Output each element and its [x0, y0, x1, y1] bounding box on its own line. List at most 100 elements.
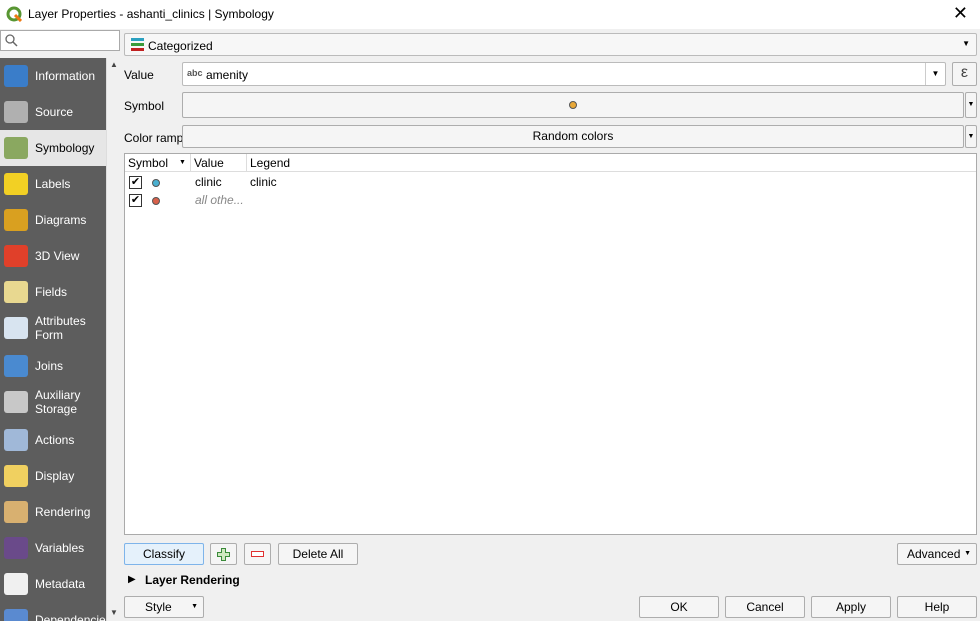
- joins-icon: [4, 355, 28, 377]
- sidebar-scrollbar[interactable]: ▲ ▼: [106, 58, 120, 621]
- sidebar-item-display[interactable]: Display: [0, 458, 106, 494]
- sidebar-item-label: Rendering: [35, 505, 91, 519]
- column-header-label: Symbol: [128, 156, 169, 170]
- table-row[interactable]: ✔ clinic clinic: [125, 174, 976, 192]
- renderer-type-dropdown[interactable]: Categorized ▼: [124, 33, 977, 56]
- column-header-legend[interactable]: Legend: [247, 154, 976, 172]
- advanced-label: Advanced: [907, 547, 961, 561]
- minus-icon: [251, 551, 264, 557]
- epsilon-icon: ε: [960, 64, 969, 81]
- category-checkbox[interactable]: ✔: [129, 176, 142, 189]
- metadata-icon: [4, 573, 28, 595]
- speech-bubble-icon: [4, 465, 28, 487]
- chevron-down-icon: ▼: [962, 39, 970, 48]
- sidebar-item-label: Information: [35, 69, 96, 83]
- category-checkbox[interactable]: ✔: [129, 194, 142, 207]
- epsilon-icon: [4, 537, 28, 559]
- qgis-logo-icon: [6, 6, 22, 22]
- chevron-down-icon: ▼: [964, 550, 971, 557]
- scroll-down-icon[interactable]: ▼: [110, 608, 118, 617]
- sidebar-item-variables[interactable]: Variables: [0, 530, 106, 566]
- sidebar-item-attributes-form[interactable]: Attributes Form: [0, 310, 106, 346]
- sidebar-item-symbology[interactable]: Symbology: [0, 130, 106, 166]
- sidebar-item-label: Dependencies: [35, 613, 106, 621]
- style-menu-button[interactable]: Style ▼: [124, 596, 204, 618]
- delete-all-button[interactable]: Delete All: [278, 543, 358, 565]
- category-legend: clinic: [250, 175, 277, 189]
- color-ramp-value: Random colors: [532, 129, 614, 143]
- sidebar-item-3d-view[interactable]: 3D View: [0, 238, 106, 274]
- apply-button[interactable]: Apply: [811, 596, 891, 618]
- wrench-gear-icon: [4, 101, 28, 123]
- value-label: Value: [124, 68, 154, 82]
- sidebar-item-label: Diagrams: [35, 213, 87, 227]
- sidebar-item-label: Fields: [35, 285, 68, 299]
- renderer-type-value: Categorized: [148, 39, 213, 53]
- sidebar-item-metadata[interactable]: Metadata: [0, 566, 106, 602]
- sidebar-item-rendering[interactable]: Rendering: [0, 494, 106, 530]
- layer-rendering-section[interactable]: Layer Rendering: [145, 573, 240, 587]
- chevron-down-icon[interactable]: ▼: [925, 63, 945, 85]
- add-category-button[interactable]: [210, 543, 237, 565]
- sidebar-item-information[interactable]: Information: [0, 58, 106, 94]
- categorized-icon: [131, 38, 144, 51]
- sidebar-item-label: Labels: [35, 177, 71, 191]
- sidebar-item-label: Display: [35, 469, 75, 483]
- ok-button[interactable]: OK: [639, 596, 719, 618]
- brush-icon: [4, 501, 28, 523]
- help-button[interactable]: Help: [897, 596, 977, 618]
- symbol-button[interactable]: [182, 92, 964, 118]
- table-row[interactable]: ✔ all othe...: [125, 192, 976, 210]
- cube-icon: [4, 245, 28, 267]
- expression-button[interactable]: ε: [952, 62, 977, 86]
- color-ramp-label: Color ramp: [124, 131, 184, 145]
- sidebar-item-diagrams[interactable]: Diagrams: [0, 202, 106, 238]
- sidebar-item-label: Auxiliary Storage: [35, 388, 81, 416]
- sort-indicator-icon: ▼: [179, 159, 186, 166]
- sidebar-item-label: Joins: [35, 359, 64, 373]
- symbol-preview-icon: [569, 101, 577, 109]
- column-header-symbol[interactable]: Symbol ▼: [125, 154, 191, 172]
- form-icon: [4, 317, 28, 339]
- color-ramp-menu-button[interactable]: ▼: [965, 125, 977, 148]
- column-header-value[interactable]: Value: [191, 154, 247, 172]
- diagram-icon: [4, 209, 28, 231]
- category-symbol-icon[interactable]: [152, 197, 160, 205]
- string-type-badge: abc: [187, 68, 203, 78]
- sidebar-item-actions[interactable]: Actions: [0, 422, 106, 458]
- value-field-combobox[interactable]: abc amenity ▼: [182, 62, 946, 86]
- expand-triangle-icon[interactable]: ▶: [128, 574, 136, 585]
- search-icon: [5, 34, 18, 47]
- window-title: Layer Properties - ashanti_clinics | Sym…: [28, 7, 274, 21]
- sidebar-item-labels[interactable]: Labels: [0, 166, 106, 202]
- close-icon[interactable]: ✕: [953, 3, 968, 24]
- symbol-label: Symbol: [124, 99, 165, 113]
- sidebar-item-fields[interactable]: Fields: [0, 274, 106, 310]
- color-ramp-button[interactable]: Random colors: [182, 125, 964, 148]
- category-symbol-icon[interactable]: [152, 179, 160, 187]
- sidebar: Information Source Symbology Labels Diagrams…: [0, 58, 106, 621]
- plus-icon: [217, 548, 230, 561]
- classify-button[interactable]: Classify: [124, 543, 204, 565]
- remove-category-button[interactable]: [244, 543, 271, 565]
- value-field-text: amenity: [206, 68, 249, 82]
- advanced-menu-button[interactable]: Advanced ▼: [897, 543, 977, 565]
- sidebar-item-auxiliary-storage[interactable]: Auxiliary Storage: [0, 384, 106, 420]
- sidebar-item-label: Symbology: [35, 141, 95, 155]
- sidebar-item-label: Variables: [35, 541, 85, 555]
- dependencies-icon: [4, 609, 28, 621]
- sidebar-search-input[interactable]: [0, 30, 120, 51]
- database-icon: [4, 391, 28, 413]
- cancel-button[interactable]: Cancel: [725, 596, 805, 618]
- category-value: clinic: [195, 175, 222, 189]
- sidebar-item-source[interactable]: Source: [0, 94, 106, 130]
- sidebar-item-label: Source: [35, 105, 74, 119]
- fields-icon: [4, 281, 28, 303]
- style-label: Style: [145, 600, 172, 614]
- sidebar-item-label: Metadata: [35, 577, 86, 591]
- symbol-menu-button[interactable]: ▼: [965, 92, 977, 118]
- sidebar-item-joins[interactable]: Joins: [0, 348, 106, 384]
- actions-gear-icon: [4, 429, 28, 451]
- sidebar-item-dependencies[interactable]: Dependencies: [0, 602, 106, 621]
- scroll-up-icon[interactable]: ▲: [110, 60, 118, 69]
